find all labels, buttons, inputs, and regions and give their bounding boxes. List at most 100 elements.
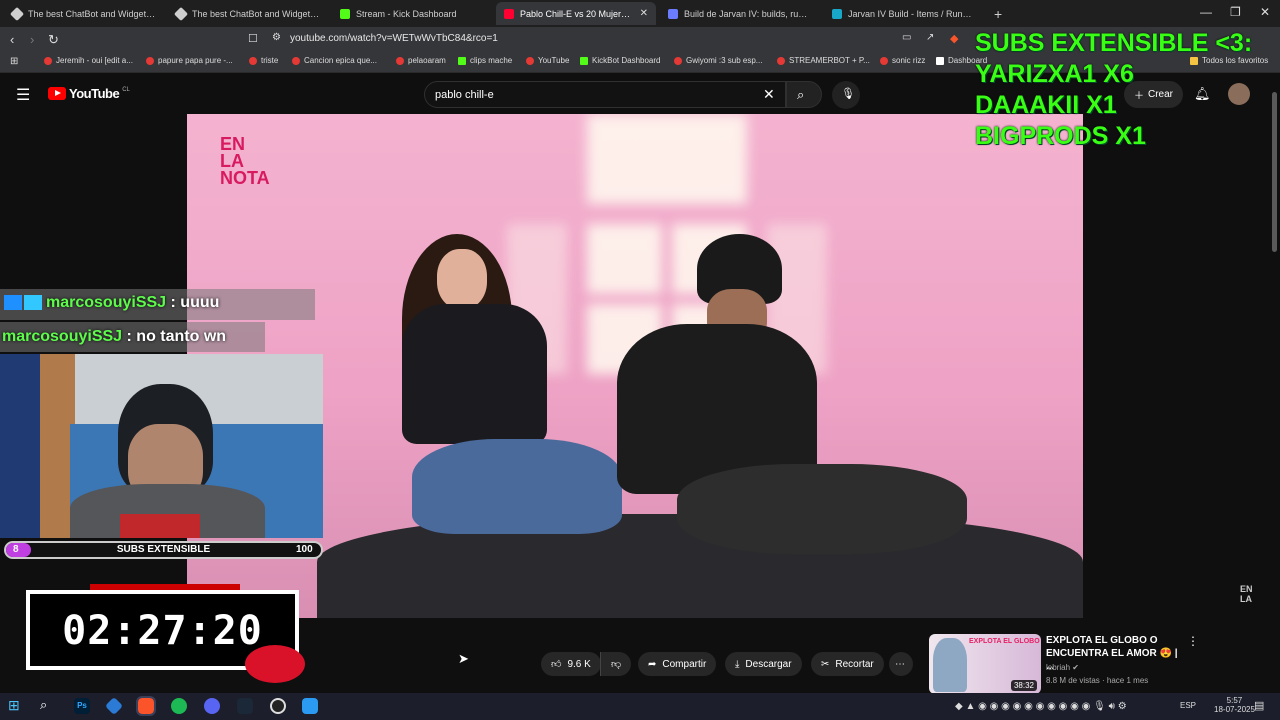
reload-icon[interactable]: ↻ [48,32,59,48]
cast-icon[interactable]: ▭ [902,32,911,43]
recommended-video[interactable]: EXPLOTA EL GLOBO 38:32 EXPLOTA EL GLOBO … [929,634,1199,694]
chat-message: marcosouyiSSJ : uuuu [4,294,219,312]
more-icon: ⋯ [895,658,905,670]
youtube-icon [44,56,52,65]
site-info-icon[interactable]: ⚙ [272,32,281,43]
video-watermark: EN LA NOTA [220,134,270,188]
chat-message: marcosouyiSSJ : no tanto wn [2,328,227,345]
channel-watermark: EN LA [1240,584,1253,604]
scissors-icon: ✂ [821,658,830,670]
discord-icon[interactable] [204,698,220,714]
like-button[interactable]: 👍︎ 9.6 K [541,652,601,676]
share-icon: ➦ [648,658,657,670]
photoshop-icon[interactable]: Ps [74,698,90,714]
bookmark-item[interactable]: YouTube [526,56,569,65]
youtube-icon [249,56,257,65]
dashboard-icon [936,56,944,65]
youtube-icon [146,56,154,65]
subs-overlay: SUBS EXTENSIBLE <3: YARIZXA1 X6 DAAAKII … [975,29,1253,150]
video-thumbnail[interactable]: EXPLOTA EL GLOBO 38:32 [929,634,1041,694]
person-face [437,249,487,309]
clock[interactable]: 5:57 18-07-2025 [1214,696,1255,714]
windows-start-icon[interactable]: ⊞ [8,697,24,713]
brave-icon[interactable] [136,696,156,716]
cloud-decoration [245,645,305,683]
bookmark-item[interactable]: sonic rizz [880,56,925,65]
bookmark-item[interactable]: Jeremih - oui [edit a... [44,56,133,65]
search-button[interactable]: ⌕ [786,81,822,108]
kick-tab-icon [9,6,25,21]
youtube-logo[interactable]: YouTube CL [48,86,130,101]
browser-tab-5[interactable]: Build de Jarvan IV: builds, runas e obj [660,2,820,25]
microphone [120,514,200,538]
browser-tab-2[interactable]: The best ChatBot and Widgets for Kick [168,2,328,25]
person-pants [677,464,967,554]
browser-tab-6[interactable]: Jarvan IV Build - Items / Runes / Mat [824,2,984,25]
youtube-icon [880,56,888,65]
build-site-icon [832,8,842,19]
spotify-icon[interactable] [171,698,187,714]
windows-taskbar: ⊞ ⌕ Ps ◆ ▲ ◉ ◉ ◉ ◉ ◉ ◉ ◉ ◉ ◉ ◉ 🎙︎ 🔊︎ ⚙ E… [0,693,1280,720]
back-icon[interactable]: ‹ [10,32,14,47]
browser-tab-3[interactable]: Stream - Kick Dashboard [332,2,492,25]
badge-icon [4,295,22,311]
download-button[interactable]: ⤓ Descargar [725,652,802,676]
share-button[interactable]: ➦ Compartir [638,652,717,676]
youtube-icon [674,56,682,65]
menu-icon[interactable]: ☰ [16,85,30,105]
search-icon[interactable]: ⌕ [40,697,56,713]
verified-icon: ✔ [1072,663,1079,672]
more-actions-button[interactable]: ⋯ [889,652,913,676]
browser-tab-bar: The best ChatBot and Widgets for Kick Th… [0,0,1280,27]
clip-button[interactable]: ✂ Recortar [811,652,884,676]
obs-icon[interactable] [270,698,286,714]
channel-name[interactable]: lebriah ✔ [1046,663,1079,672]
more-icon[interactable]: ⋮ [1187,634,1199,648]
clear-search-icon[interactable]: ✕ [763,86,775,103]
notification-center-icon[interactable]: ▤ [1254,699,1264,712]
thumbs-up-icon: 👍︎ [551,659,562,670]
forward-icon[interactable]: › [30,32,34,47]
youtube-play-icon [48,87,66,100]
browser-tab-1[interactable]: The best ChatBot and Widgets for Kick [4,2,164,25]
bookmark-item[interactable]: triste [249,56,278,65]
kick-icon [580,56,588,65]
mic-icon: 🎙 [841,88,855,100]
apps-icon[interactable]: ⊞ [10,56,18,67]
bookmark-item[interactable]: KickBot Dashboard [580,56,660,65]
kick-icon [458,56,466,65]
browser-tab-active[interactable]: Pablo Chill-E vs 20 Mujeres - ✕ [496,2,656,25]
steam-icon[interactable] [237,698,253,714]
youtube-icon [396,56,404,65]
minimize-icon[interactable]: — [1200,5,1212,19]
youtube-tab-icon [504,8,514,19]
close-window-icon[interactable]: ✕ [1260,5,1270,19]
youtube-icon [777,56,785,65]
app-icon[interactable] [104,696,124,716]
system-tray-icons[interactable]: ◆ ▲ ◉ ◉ ◉ ◉ ◉ ◉ ◉ ◉ ◉ ◉ 🎙︎ 🔊︎ ⚙ [955,701,1127,712]
url-field[interactable]: youtube.com/watch?v=WETwWvTbC84&rco=1 [290,33,498,44]
close-tab-icon[interactable]: ✕ [640,8,648,19]
search-input[interactable]: pablo chill-e ✕ [424,81,786,108]
dislike-button[interactable]: 👎︎ [600,652,632,676]
share-icon[interactable]: ↗ [926,32,934,43]
build-site-icon [668,8,678,19]
brave-shield-icon[interactable]: ◆ [950,32,958,45]
thumbs-down-icon: 👎︎ [611,659,622,670]
bookmark-item[interactable]: Cancion epica que... [292,56,377,65]
new-tab-button[interactable]: + [986,2,1006,25]
youtube-icon [526,56,534,65]
badge-icon [24,295,42,311]
youtube-icon [292,56,300,65]
bookmark-item[interactable]: clips mache [458,56,512,65]
bookmark-item[interactable]: Gwiyomi :3 sub esp... [674,56,762,65]
bookmark-item[interactable]: pelaoaram [396,56,446,65]
person-jeans [412,439,622,534]
voice-search-button[interactable]: 🎙 [832,81,860,109]
subs-goal-bar: 8 SUBS EXTENSIBLE 100 [4,541,323,559]
bookmark-item[interactable]: papure papa pure -... [146,56,233,65]
bookmark-item[interactable]: STREAMERBOT + P... [777,56,870,65]
bookmark-icon[interactable]: ☐ [248,32,258,45]
restore-icon[interactable]: ❐ [1230,5,1241,19]
app-icon[interactable] [302,698,318,714]
